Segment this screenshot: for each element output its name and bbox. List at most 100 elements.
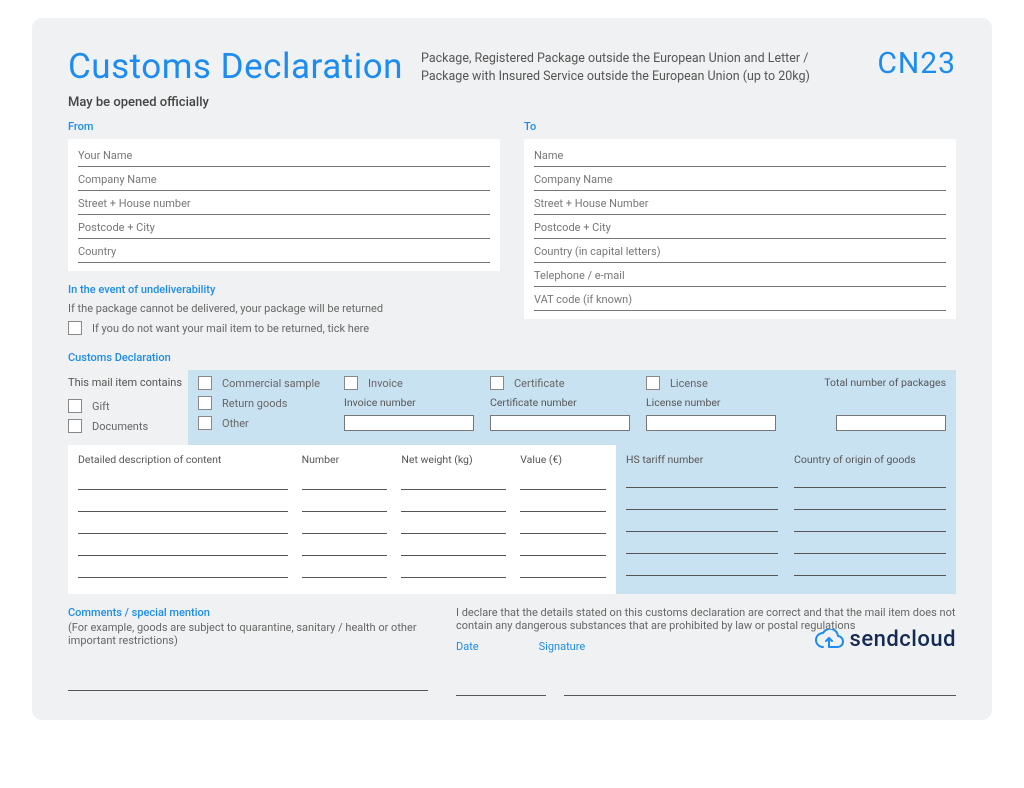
table-cell[interactable] [626,494,778,510]
invoice-number-input[interactable] [344,415,474,431]
table-cell[interactable] [78,496,288,512]
table-cell[interactable] [78,540,288,556]
table-cell[interactable] [520,518,606,534]
table-cell[interactable] [520,562,606,578]
contains-left: This mail item contains Gift Documents [68,370,188,445]
comments-label: Comments / special mention [68,606,210,619]
to-field[interactable]: Company Name [534,169,946,191]
table-cell[interactable] [401,474,506,490]
gift-label: Gift [92,400,110,413]
th-number: Number [302,453,388,468]
from-field[interactable]: Country [78,241,490,263]
to-field[interactable]: Telephone / e-mail [534,265,946,287]
table-cell[interactable] [626,516,778,532]
table-cell[interactable] [302,496,388,512]
page-subtitle: Package, Registered Package outside the … [421,46,859,85]
table-left: Detailed description of content Number N… [68,445,616,594]
th-description: Detailed description of content [78,453,288,468]
from-field[interactable]: Street + House number [78,193,490,215]
declaration-band: Commercial sample Return goods Other Inv… [188,370,956,445]
total-packages-label: Total number of packages [792,376,946,389]
documents-checkbox[interactable] [68,419,82,433]
other-label: Other [222,417,249,430]
commercial-sample-checkbox[interactable] [198,376,212,390]
total-packages-input[interactable] [836,415,946,431]
table-cell[interactable] [626,472,778,488]
no-return-checkbox[interactable] [68,321,82,335]
page-title: Customs Declaration [68,46,403,87]
opened-notice: May be opened officially [68,95,956,110]
to-label: To [524,120,956,133]
signature-label: Signature [539,640,586,653]
return-goods-checkbox[interactable] [198,396,212,410]
table-cell[interactable] [302,474,388,490]
form-page: Customs Declaration Package, Registered … [32,18,992,720]
invoice-checkbox[interactable] [344,376,358,390]
table-cell[interactable] [520,540,606,556]
certificate-checkbox[interactable] [490,376,504,390]
table-cell[interactable] [626,560,778,576]
table-cell[interactable] [520,474,606,490]
from-field[interactable]: Postcode + City [78,217,490,239]
th-value: Value (€) [520,453,606,468]
table-cell[interactable] [401,562,506,578]
table-cell[interactable] [794,494,946,510]
date-line[interactable] [456,680,546,696]
form-code: CN23 [877,46,956,81]
license-number-input[interactable] [646,415,776,431]
table-cell[interactable] [302,518,388,534]
table-grid-left: Detailed description of content Number N… [78,453,606,578]
license-checkbox[interactable] [646,376,660,390]
band-col-invoice: Invoice Invoice number [344,376,474,435]
license-number-label: License number [646,396,776,409]
table-cell[interactable] [302,540,388,556]
brand-name: sendcloud [850,627,956,652]
table-cell[interactable] [401,496,506,512]
cloud-icon [814,629,844,651]
certificate-label: Certificate [514,377,565,390]
table-cell[interactable] [520,496,606,512]
undeliverability-section: In the event of undeliverability If the … [68,283,500,335]
signature-line[interactable] [564,680,956,696]
to-field[interactable]: VAT code (if known) [534,289,946,311]
undeliver-note: If the package cannot be delivered, your… [68,302,500,315]
gift-checkbox[interactable] [68,399,82,413]
table-cell[interactable] [794,516,946,532]
to-field[interactable]: Country (in capital letters) [534,241,946,263]
band-col-certificate: Certificate Certificate number [490,376,630,435]
address-columns: From Your Name Company Name Street + Hou… [68,120,956,335]
to-field[interactable]: Postcode + City [534,217,946,239]
table-cell[interactable] [794,472,946,488]
from-panel: Your Name Company Name Street + House nu… [68,139,500,271]
header: Customs Declaration Package, Registered … [68,46,956,87]
table-cell[interactable] [78,562,288,578]
return-goods-label: Return goods [222,397,287,410]
from-field[interactable]: Your Name [78,145,490,167]
other-checkbox[interactable] [198,416,212,430]
table-cell[interactable] [401,518,506,534]
band-col-checks: Commercial sample Return goods Other [198,376,328,435]
table-cell[interactable] [78,518,288,534]
undeliver-label: In the event of undeliverability [68,283,500,296]
comments-section: Comments / special mention (For example,… [68,606,428,691]
declaration-label: Customs Declaration [68,351,956,364]
footer: Comments / special mention (For example,… [68,606,956,696]
certificate-number-input[interactable] [490,415,630,431]
table-cell[interactable] [626,538,778,554]
from-field[interactable]: Company Name [78,169,490,191]
content-table: Detailed description of content Number N… [68,445,956,594]
comments-line[interactable] [68,675,428,691]
license-label: License [670,377,708,390]
table-cell[interactable] [78,474,288,490]
to-field[interactable]: Name [534,145,946,167]
declaration-section: Customs Declaration This mail item conta… [68,351,956,594]
declare-section: I declare that the details stated on thi… [456,606,956,696]
table-cell[interactable] [794,538,946,554]
table-cell[interactable] [794,560,946,576]
th-weight: Net weight (kg) [401,453,506,468]
to-field[interactable]: Street + House Number [534,193,946,215]
table-cell[interactable] [401,540,506,556]
table-cell[interactable] [302,562,388,578]
contains-heading: This mail item contains [68,376,188,389]
no-return-label: If you do not want your mail item to be … [92,322,369,335]
